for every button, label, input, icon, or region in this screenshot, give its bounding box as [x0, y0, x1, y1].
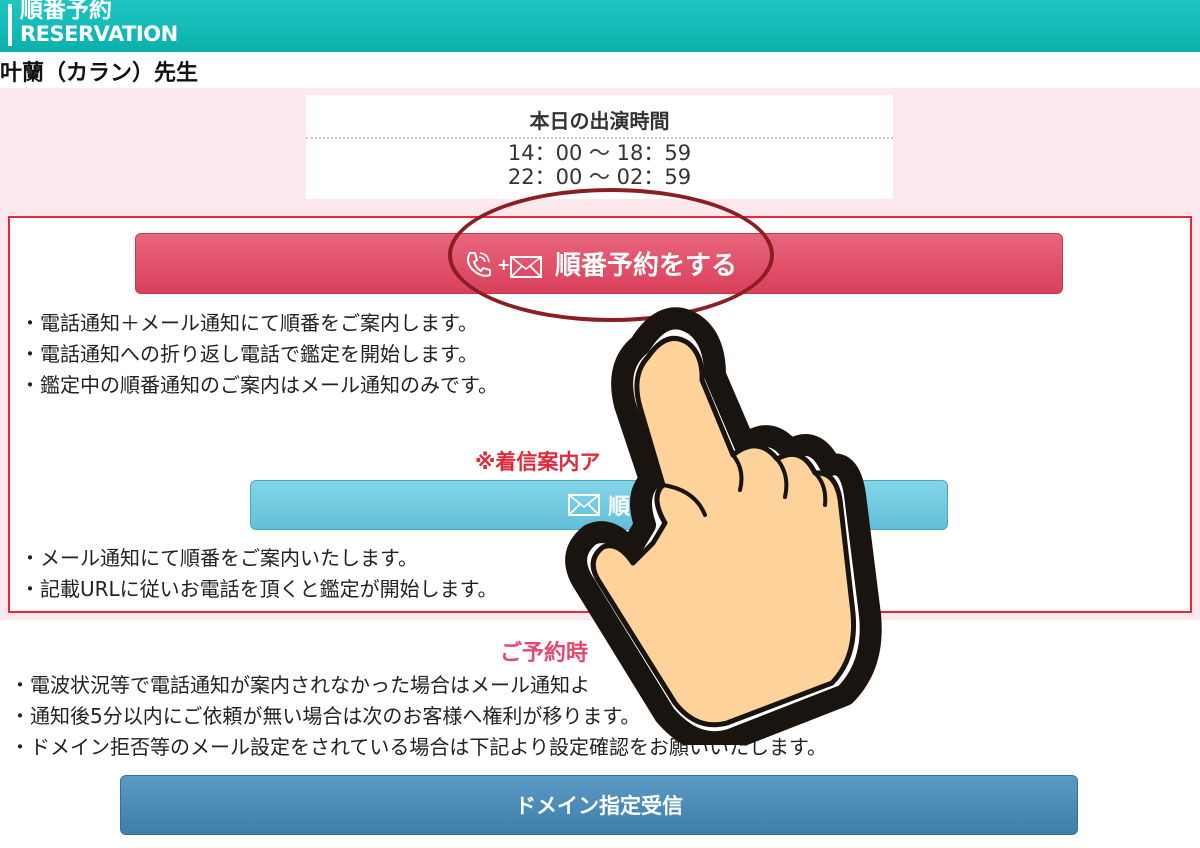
schedule-divider	[306, 137, 893, 139]
domain-setting-button[interactable]: ドメイン指定受信	[120, 775, 1078, 835]
header-title-jp: 順番予約	[20, 0, 112, 23]
schedule-time-2: 22：00 〜 02：59	[507, 165, 692, 189]
phone-reserve-note: ・電話通知＋メール通知にて順番をご案内します。	[20, 311, 478, 335]
phone-reserve-note: ・鑑定中の順番通知のご案内はメール通知のみです。	[20, 373, 498, 397]
teacher-name: 叶蘭（カラン）先生	[0, 61, 199, 86]
schedule-time-1: 14：00 〜 18：59	[507, 141, 692, 165]
domain-setting-label: ドメイン指定受信	[515, 794, 683, 818]
mail-reserve-note: ・メール通知にて順番をご案内いたします。	[20, 546, 418, 570]
mail-reserve-note: ・記載URLに従いお電話を頂くと鑑定が開始します。	[20, 577, 498, 601]
pointing-hand-icon	[565, 307, 882, 745]
reservation-note: ・電波状況等で電話通知が案内されなかった場合はメール通知よ	[10, 673, 590, 697]
page-header: 順番予約 RESERVATION	[0, 0, 1200, 52]
header-accent-bar	[8, 4, 12, 46]
schedule-title: 本日の出演時間	[529, 109, 670, 133]
schedule-box: 本日の出演時間 14：00 〜 18：59 22：00 〜 02：59	[306, 95, 893, 199]
header-title-en: RESERVATION	[20, 22, 178, 46]
phone-reserve-note: ・電話通知への折り返し電話で鑑定を開始します。	[20, 342, 478, 366]
